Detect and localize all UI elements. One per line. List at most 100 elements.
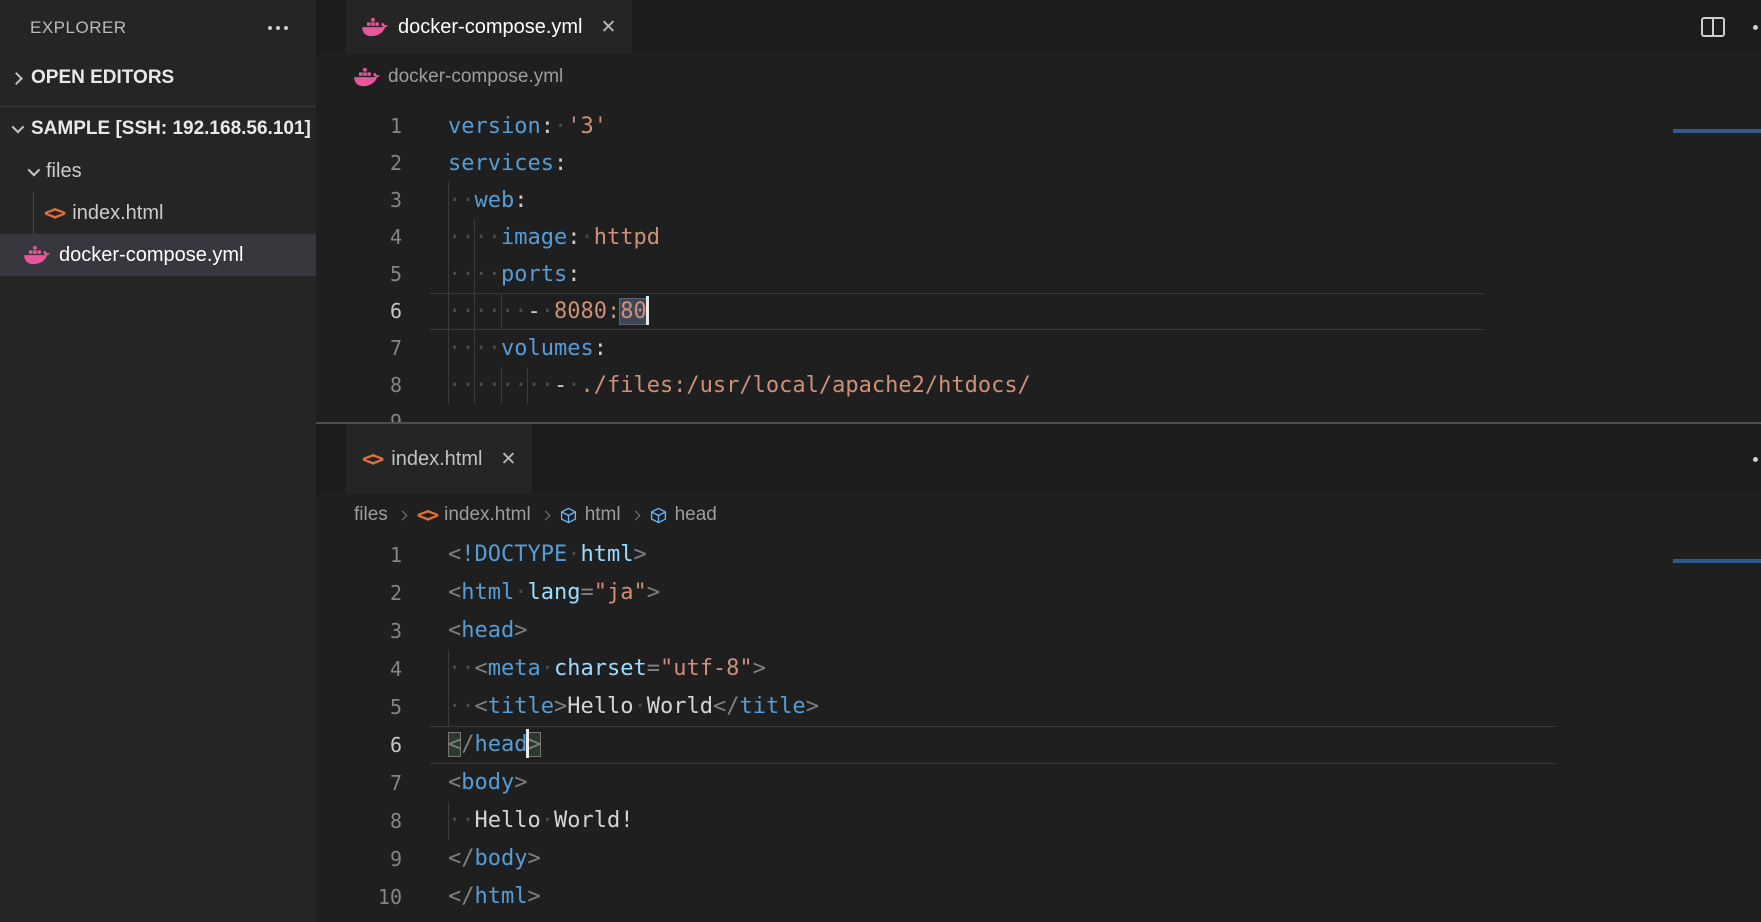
line-text: </body> xyxy=(448,840,541,878)
code-line[interactable]: 10</html> xyxy=(316,878,1761,916)
sidebar-header: EXPLORER xyxy=(0,0,316,56)
indent-guide xyxy=(448,293,449,330)
whitespace-dots: · xyxy=(554,114,567,139)
line-number: 8 xyxy=(316,367,402,404)
more-actions-icon[interactable] xyxy=(276,26,280,30)
indent-guide xyxy=(474,256,475,293)
whitespace-dots: ·· xyxy=(448,808,475,833)
minimap[interactable]: <!DOCTYPE html><html lang="ja"><head> <m… xyxy=(1673,537,1761,581)
code-line[interactable]: 2services: xyxy=(316,145,1761,182)
code-token: ./files:/usr/local/apache2/htdocs/ xyxy=(580,373,1030,398)
tree-item-files[interactable]: files xyxy=(0,150,316,192)
vscode-window: EXPLORER OPEN EDITORS SAMPLE [SSH: 192.1… xyxy=(0,0,1761,922)
code-token: Hello xyxy=(475,808,541,833)
tree-item-docker-compose-yml[interactable]: docker-compose.yml xyxy=(0,234,316,276)
minimap[interactable]: version: '3'services: web: image: httpd … xyxy=(1673,107,1761,147)
code-line[interactable]: 6</head> xyxy=(316,726,1761,764)
indent-guide xyxy=(448,256,449,293)
whitespace-dots: · xyxy=(541,299,554,324)
code-token: : xyxy=(594,336,607,361)
code-editor-yaml[interactable]: 1version:·'3'2services:3··web:4····image… xyxy=(316,100,1761,422)
editor-area: docker-compose.yml ✕ docker-compose.yml … xyxy=(316,0,1761,922)
indent-guide xyxy=(474,293,475,330)
breadcrumb-label: files xyxy=(354,504,388,526)
breadcrumb-item[interactable]: html xyxy=(560,504,621,526)
docker-icon xyxy=(362,17,388,37)
whitespace-dots: ·· xyxy=(448,694,475,719)
explorer-sidebar: EXPLORER OPEN EDITORS SAMPLE [SSH: 192.1… xyxy=(0,0,316,922)
split-editor-icon[interactable] xyxy=(1701,17,1725,37)
open-editors-section[interactable]: OPEN EDITORS xyxy=(0,56,316,100)
code-line[interactable]: 9</body> xyxy=(316,840,1761,878)
code-token: > xyxy=(806,694,819,719)
code-token: > xyxy=(527,884,540,909)
line-number: 4 xyxy=(316,219,402,256)
text-cursor xyxy=(526,729,529,758)
indent-guide xyxy=(448,219,449,256)
code-line[interactable]: 1version:·'3' xyxy=(316,108,1761,145)
code-token: </ xyxy=(448,884,475,909)
tab-index-html[interactable]: <> index.html ✕ xyxy=(346,424,532,494)
whitespace-dots: ·· xyxy=(448,188,475,213)
code-line[interactable]: 5··<title>Hello·World</title> xyxy=(316,688,1761,726)
code-line[interactable]: 5····ports: xyxy=(316,256,1761,293)
breadcrumb-item[interactable]: files xyxy=(354,504,388,526)
html-file-icon: <> xyxy=(362,449,381,470)
breadcrumb-separator-icon xyxy=(630,510,640,520)
current-line-highlight xyxy=(430,726,1556,764)
line-number: 3 xyxy=(316,182,402,219)
code-line[interactable]: 3<head> xyxy=(316,612,1761,650)
line-text: ····image:·httpd xyxy=(448,219,660,256)
minimap-line xyxy=(1673,142,1761,146)
code-editor-html[interactable]: 1<!DOCTYPE·html>2<html·lang="ja">3<head>… xyxy=(316,536,1761,922)
line-text: ··<meta·charset="utf-8"> xyxy=(448,650,766,688)
code-token: < xyxy=(448,770,461,795)
code-token: World xyxy=(647,694,713,719)
code-line[interactable]: 4··<meta·charset="utf-8"> xyxy=(316,650,1761,688)
more-actions-icon[interactable] xyxy=(1753,25,1758,30)
tree-indent-guide xyxy=(33,192,34,234)
more-actions-icon[interactable] xyxy=(1753,457,1758,462)
code-line[interactable]: 7····volumes: xyxy=(316,330,1761,367)
chevron-right-icon xyxy=(10,72,23,85)
cube-icon xyxy=(650,507,667,524)
indent-guide xyxy=(448,330,449,367)
code-line[interactable]: 9 xyxy=(316,404,1761,422)
indent-guide xyxy=(474,330,475,367)
tree-item-index-html[interactable]: <>index.html xyxy=(0,192,316,234)
breadcrumb-item[interactable]: docker-compose.yml xyxy=(354,66,563,88)
code-token: 80 xyxy=(620,299,647,324)
code-line[interactable]: 8········-·./files:/usr/local/apache2/ht… xyxy=(316,367,1761,404)
code-line[interactable]: 3··web: xyxy=(316,182,1761,219)
html-file-icon: <> xyxy=(417,505,436,526)
tab-docker-compose[interactable]: docker-compose.yml ✕ xyxy=(346,0,632,54)
code-token: '3' xyxy=(567,114,607,139)
line-number: 1 xyxy=(316,536,402,574)
line-number: 6 xyxy=(316,726,402,764)
file-tree: files<>index.htmldocker-compose.yml xyxy=(0,150,316,276)
close-icon[interactable]: ✕ xyxy=(601,18,617,37)
close-icon[interactable]: ✕ xyxy=(500,450,516,469)
tab-label: docker-compose.yml xyxy=(398,16,583,39)
sidebar-title: EXPLORER xyxy=(30,18,127,38)
code-line[interactable]: 2<html·lang="ja"> xyxy=(316,574,1761,612)
code-line[interactable]: 8··Hello·World! xyxy=(316,802,1761,840)
whitespace-dots: · xyxy=(580,225,593,250)
breadcrumb-item[interactable]: head xyxy=(650,504,717,526)
code-token: !DOCTYPE xyxy=(461,542,567,567)
workspace-section[interactable]: SAMPLE [SSH: 192.168.56.101] xyxy=(0,106,316,150)
code-token: > xyxy=(527,846,540,871)
code-line[interactable]: 4 ····image:·httpd xyxy=(316,219,1761,256)
code-token: > xyxy=(647,580,660,605)
code-line[interactable]: 7<body> xyxy=(316,764,1761,802)
line-number: 2 xyxy=(316,145,402,182)
code-token: web xyxy=(475,188,515,213)
code-line[interactable]: 6······-·8080:80 xyxy=(316,293,1761,330)
indent-guide xyxy=(448,182,449,219)
code-line[interactable]: 1<!DOCTYPE·html> xyxy=(316,536,1761,574)
code-token: - xyxy=(554,373,567,398)
workspace-label: SAMPLE [SSH: 192.168.56.101] xyxy=(31,118,311,140)
line-text: ····volumes: xyxy=(448,330,607,367)
breadcrumb-item[interactable]: <>index.html xyxy=(417,504,531,526)
line-text: <body> xyxy=(448,764,527,802)
